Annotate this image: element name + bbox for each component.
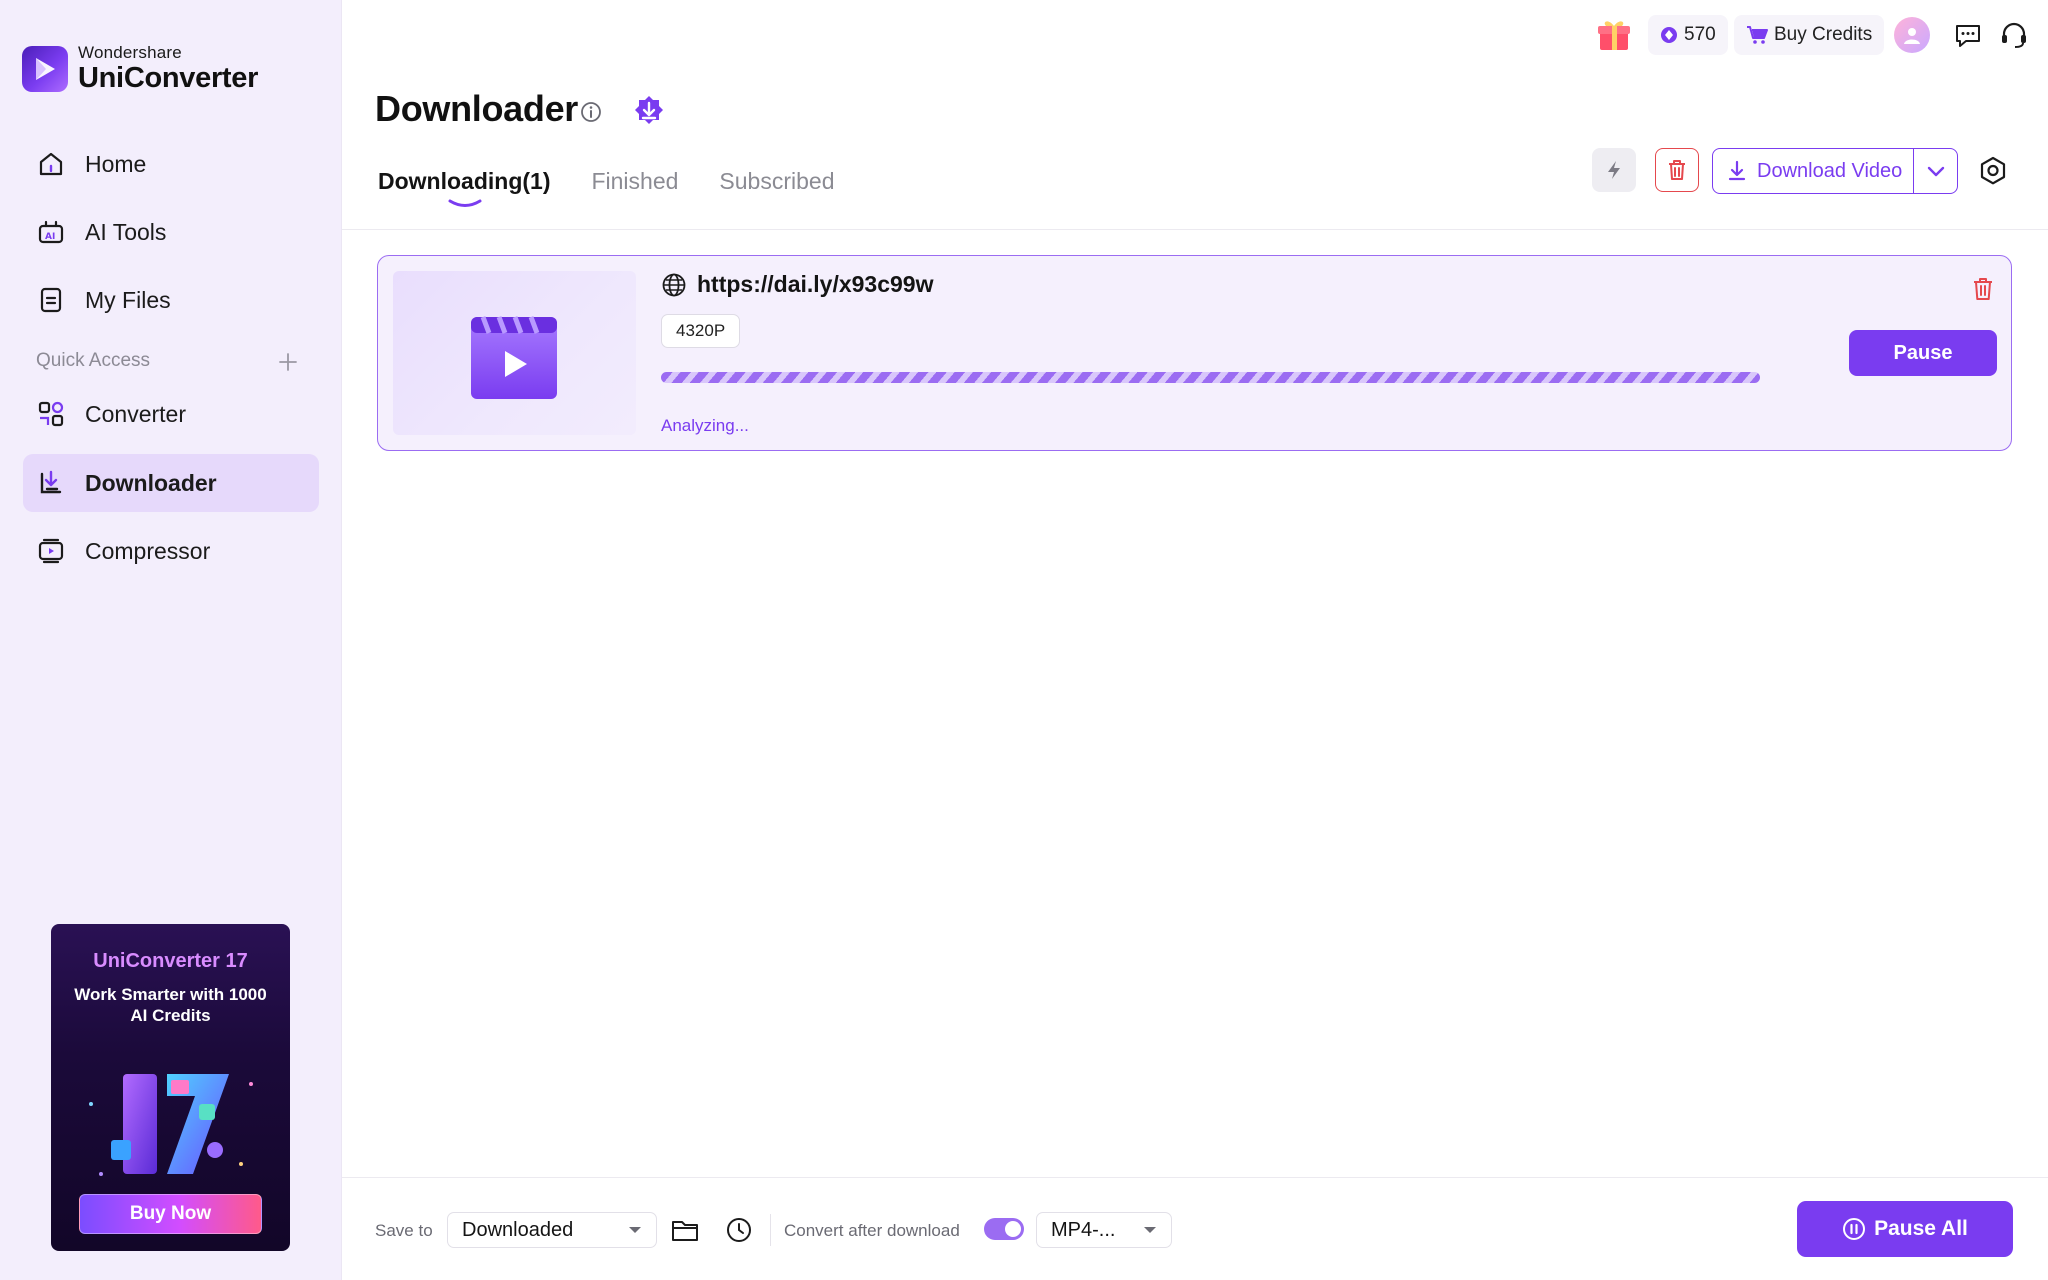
messages-icon[interactable] — [1953, 20, 1983, 50]
turbo-mode-button[interactable] — [1592, 148, 1636, 192]
lightning-icon — [1604, 159, 1624, 181]
pause-task-button[interactable]: Pause — [1849, 330, 1997, 376]
quick-access-label: Quick Access — [36, 350, 151, 371]
uniconverter-logo-icon — [22, 45, 68, 92]
buy-now-button[interactable]: Buy Now — [79, 1194, 262, 1234]
download-video-button[interactable]: Download Video — [1713, 149, 1913, 193]
active-tab-indicator — [448, 198, 482, 208]
sidebar-item-my-files[interactable]: My Files — [23, 271, 319, 329]
tab-downloading[interactable]: Downloading(1) — [378, 168, 551, 207]
open-folder-icon[interactable] — [670, 1216, 700, 1244]
task-url: https://dai.ly/x93c99w — [697, 271, 934, 297]
bottom-bar: Save to Downloaded Convert after downloa… — [342, 1177, 2048, 1280]
download-extension-icon[interactable] — [632, 94, 666, 128]
promo-17-illustration-icon — [71, 1044, 271, 1204]
delete-task-button[interactable] — [1968, 274, 1998, 304]
credit-gem-icon — [1660, 26, 1678, 44]
sidebar-item-ai-tools[interactable]: AI AI Tools — [23, 203, 319, 261]
pause-all-label: Pause All — [1874, 1217, 1968, 1240]
tab-label: Downloading(1) — [378, 168, 551, 194]
delete-all-button[interactable] — [1655, 148, 1699, 192]
credits-balance[interactable]: 570 — [1648, 15, 1728, 55]
sidebar-item-label: Home — [85, 150, 147, 177]
convert-after-download-label: Convert after download — [784, 1221, 960, 1240]
brand-company: Wondershare — [78, 43, 182, 62]
my-files-icon — [35, 284, 67, 316]
sidebar-item-converter[interactable]: Converter — [23, 385, 319, 443]
promo-banner[interactable]: UniConverter 17 Work Smarter with 1000 A… — [51, 924, 290, 1251]
convert-after-download-toggle[interactable] — [984, 1218, 1024, 1240]
sidebar-item-label: AI Tools — [85, 218, 167, 245]
globe-icon — [661, 272, 687, 298]
trash-icon — [1971, 276, 1995, 302]
tab-finished[interactable]: Finished — [591, 168, 678, 195]
user-avatar[interactable] — [1894, 17, 1930, 53]
video-clapper-icon — [469, 311, 559, 401]
buy-credits-button[interactable]: Buy Credits — [1734, 15, 1885, 55]
download-video-split-button: Download Video — [1712, 148, 1958, 194]
download-video-label: Download Video — [1757, 159, 1903, 182]
output-format-select[interactable]: MP4-... — [1036, 1212, 1172, 1248]
sidebar-item-label: Downloader — [85, 469, 217, 496]
bottom-divider — [770, 1214, 771, 1246]
promo-subtitle: Work Smarter with 1000 AI Credits — [74, 985, 267, 1025]
cart-icon — [1746, 25, 1768, 45]
pause-circle-icon — [1842, 1217, 1866, 1241]
sidebar-item-downloader[interactable]: Downloader — [23, 454, 319, 512]
brand-product: UniConverter — [78, 62, 259, 94]
schedule-clock-icon[interactable] — [725, 1216, 753, 1244]
add-quick-access-icon[interactable] — [276, 350, 300, 374]
chevron-down-icon — [1927, 165, 1945, 177]
sidebar-item-label: Converter — [85, 400, 186, 427]
download-icon — [1727, 160, 1747, 182]
save-to-label: Save to — [375, 1221, 433, 1240]
info-icon[interactable] — [579, 100, 603, 124]
sidebar-item-label: Compressor — [85, 537, 211, 564]
download-options-dropdown[interactable] — [1913, 149, 1957, 193]
settings-gear-icon[interactable] — [1976, 154, 2010, 188]
tab-subscribed[interactable]: Subscribed — [719, 168, 834, 195]
task-status: Analyzing... — [661, 416, 749, 435]
svg-text:AI: AI — [45, 232, 55, 242]
sidebar-item-label: My Files — [85, 286, 171, 313]
compressor-icon — [35, 535, 67, 567]
support-headset-icon[interactable] — [1999, 20, 2029, 50]
promo-title: UniConverter 17 — [93, 950, 248, 972]
save-to-value: Downloaded — [462, 1218, 574, 1241]
home-icon — [35, 148, 67, 180]
sidebar-item-home[interactable]: Home — [23, 135, 319, 193]
sidebar: Wondershare UniConverter Home AI AI Tool… — [0, 0, 342, 1280]
ai-tools-icon: AI — [35, 216, 67, 248]
tab-label: Subscribed — [719, 168, 835, 194]
downloader-icon — [35, 467, 67, 499]
buy-credits-label: Buy Credits — [1774, 24, 1873, 45]
downloader-tabs: Downloading(1) Finished Subscribed — [378, 168, 876, 207]
trash-icon — [1666, 158, 1688, 182]
save-to-select[interactable]: Downloaded — [447, 1212, 657, 1248]
gift-icon[interactable] — [1594, 14, 1634, 54]
sidebar-item-compressor[interactable]: Compressor — [23, 522, 319, 580]
page-title: Downloader — [375, 88, 579, 129]
header-divider — [342, 229, 2048, 230]
credits-count: 570 — [1684, 24, 1716, 45]
pause-all-button[interactable]: Pause All — [1797, 1201, 2013, 1257]
tab-label: Finished — [591, 168, 679, 194]
download-task-card[interactable]: https://dai.ly/x93c99w 4320P Analyzing..… — [377, 255, 2012, 451]
resolution-badge: 4320P — [661, 314, 741, 348]
brand[interactable]: Wondershare UniConverter — [22, 44, 258, 93]
output-format-value: MP4-... — [1051, 1218, 1116, 1241]
caret-down-icon — [628, 1225, 642, 1235]
task-url-row: https://dai.ly/x93c99w — [661, 271, 933, 298]
caret-down-icon — [1143, 1225, 1157, 1235]
video-thumbnail — [393, 271, 636, 435]
converter-icon — [35, 398, 67, 430]
download-progress-bar — [661, 372, 1760, 383]
